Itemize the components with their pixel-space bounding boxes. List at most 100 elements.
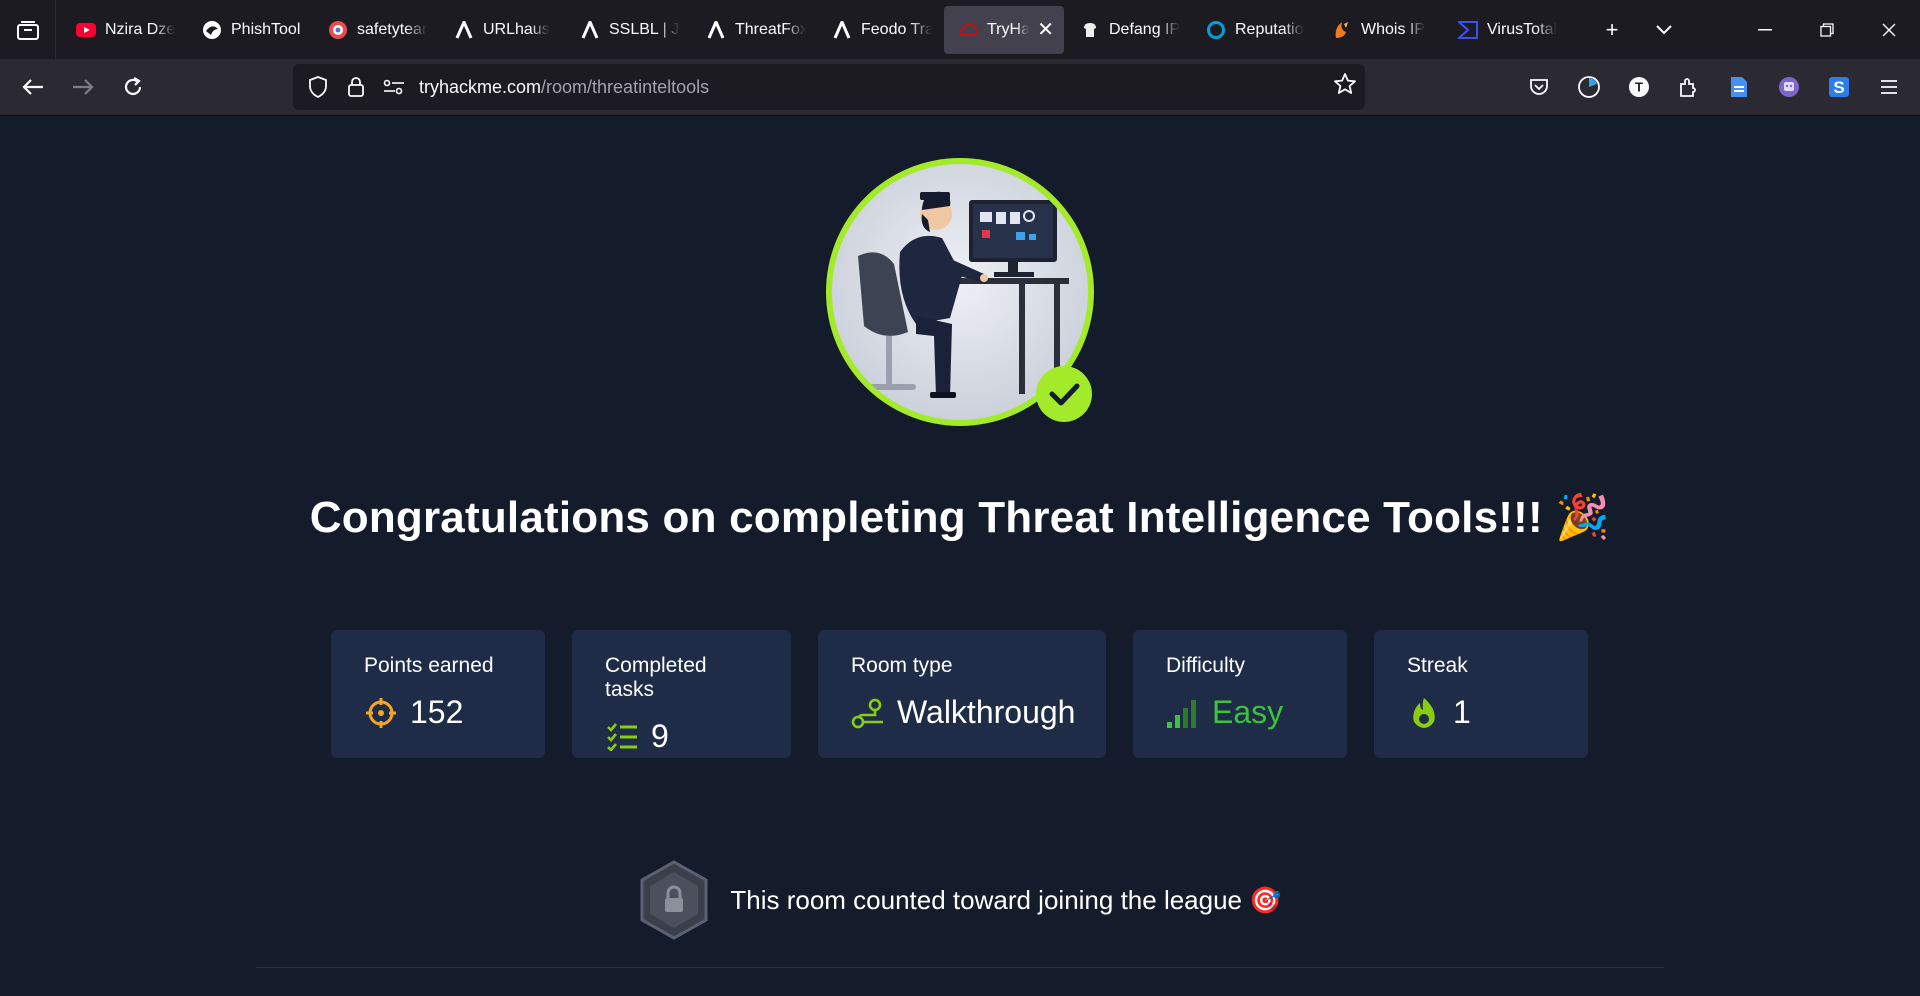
stat-label: Difficulty (1166, 654, 1245, 677)
permissions-icon (383, 79, 404, 95)
stat-label: Points earned (364, 654, 494, 677)
restore-button[interactable] (1796, 0, 1858, 59)
reload-button[interactable] (111, 65, 155, 109)
tab-title: Whois IP (1361, 20, 1426, 38)
minimize-button[interactable] (1734, 0, 1796, 59)
stat-card-points: Points earned 152 (331, 630, 545, 758)
tab-title: Nzira Dze (105, 20, 176, 38)
virustotal-icon (1458, 20, 1478, 40)
tab-title: TryHac (987, 20, 1030, 38)
svg-text:S: S (1833, 78, 1844, 97)
tab-sslbl[interactable]: SSLBL | JA (566, 6, 690, 54)
stat-card-difficulty: Difficulty Easy (1133, 630, 1347, 758)
stat-label: Room type (851, 654, 953, 677)
document-extension-button[interactable] (1714, 65, 1764, 109)
avatar-extension-button[interactable] (1764, 65, 1814, 109)
back-button[interactable] (11, 65, 55, 109)
app-menu-button[interactable] (1864, 65, 1914, 109)
minimize-icon (1758, 28, 1772, 30)
cyberchef-icon (1080, 20, 1100, 40)
abuse-ch-icon (580, 20, 600, 40)
tab-title: Reputatio (1235, 20, 1304, 38)
tab-overview-button[interactable] (0, 0, 56, 59)
tab-title: SSLBL | JA (609, 20, 680, 38)
tab-title: safetytear (357, 20, 428, 38)
tracking-protection-button[interactable] (299, 64, 337, 110)
lock-icon (348, 77, 364, 97)
tab-safetytear[interactable]: safetytear (314, 6, 438, 54)
pocket-button[interactable] (1514, 65, 1564, 109)
tab-defang[interactable]: Defang IP (1066, 6, 1190, 54)
bookmark-button[interactable] (1333, 72, 1357, 101)
section-divider (256, 967, 1664, 968)
tab-whois[interactable]: Whois IP (1318, 6, 1442, 54)
tab-reputation[interactable]: Reputatio (1192, 6, 1316, 54)
plus-icon: + (1605, 16, 1619, 42)
timer-extension-button[interactable] (1564, 65, 1614, 109)
stat-value: 152 (410, 694, 464, 730)
s-extension-button[interactable]: S (1814, 65, 1864, 109)
tab-phishtool[interactable]: PhishTool (188, 6, 312, 54)
abuse-ch-icon (706, 20, 726, 40)
s-extension-icon: S (1829, 77, 1849, 97)
tab-urlhaus[interactable]: URLhaus (440, 6, 564, 54)
abuse-ch-icon (454, 20, 474, 40)
t-extension-icon: T (1629, 77, 1649, 97)
url-host: tryhackme.com (419, 76, 542, 97)
locked-league-badge-icon (640, 860, 708, 940)
flame-icon (1407, 696, 1441, 730)
shield-icon (309, 76, 327, 98)
check-badge (1036, 366, 1092, 422)
url-bar[interactable]: tryhackme.com/room/threatinteltools (293, 64, 1365, 110)
close-window-button[interactable] (1858, 0, 1920, 59)
document-icon (1731, 77, 1747, 97)
stat-value: Easy (1212, 694, 1284, 730)
site-security-button[interactable] (337, 64, 375, 110)
navigation-toolbar: tryhackme.com/room/threatinteltools T S (0, 59, 1920, 116)
tab-virustotal[interactable]: VirusTotal (1444, 6, 1568, 54)
room-complete-page: Congratulations on completing Threat Int… (0, 116, 1920, 996)
tab-youtube[interactable]: Nzira Dze (62, 6, 186, 54)
completion-headline: Congratulations on completing Threat Int… (309, 493, 1611, 542)
close-icon (1882, 23, 1896, 36)
tab-feodo[interactable]: Feodo Tra (818, 6, 942, 54)
talos-icon (1206, 20, 1226, 40)
safetytear-icon (328, 20, 348, 40)
t-extension-button[interactable]: T (1614, 65, 1664, 109)
svg-text:T: T (1635, 80, 1643, 95)
tryhackme-icon (958, 20, 978, 40)
tab-title: PhishTool (231, 20, 301, 38)
forward-button[interactable] (61, 65, 105, 109)
completion-illustration (826, 158, 1094, 426)
target-icon (364, 696, 398, 730)
tab-title: Feodo Tra (861, 20, 932, 38)
phishtool-icon (202, 20, 222, 40)
permissions-button[interactable] (375, 64, 413, 110)
stat-value: 1 (1453, 694, 1471, 730)
timer-icon (1578, 76, 1600, 98)
tab-threatfox[interactable]: ThreatFox (692, 6, 816, 54)
star-icon (1334, 73, 1356, 94)
whois-icon (1332, 20, 1352, 40)
stat-label: Completed tasks (605, 654, 707, 701)
tab-title: VirusTotal (1487, 20, 1557, 38)
list-all-tabs-button[interactable] (1644, 10, 1684, 50)
arrow-left-icon (22, 79, 43, 95)
url-path: /room/threatinteltools (541, 76, 710, 97)
avatar-extension-icon (1779, 77, 1799, 97)
new-tab-button[interactable]: + (1592, 10, 1632, 50)
stat-card-streak: Streak 1 (1374, 630, 1588, 758)
close-tab-icon[interactable]: ✕ (1037, 17, 1054, 42)
extensions-button[interactable] (1664, 65, 1714, 109)
reload-icon (124, 77, 142, 96)
tab-tryhackme[interactable]: TryHac ✕ (944, 5, 1064, 54)
tab-title: Defang IP (1109, 20, 1180, 38)
league-text: This room counted toward joining the lea… (730, 884, 1282, 915)
url-text[interactable]: tryhackme.com/room/threatinteltools (419, 77, 709, 98)
stat-label: Streak (1407, 654, 1468, 677)
tab-title: ThreatFox (735, 20, 806, 38)
stat-value: 9 (651, 718, 669, 754)
puzzle-icon (1680, 78, 1696, 97)
tab-strip: Nzira Dze PhishTool safetytear URLhaus S… (0, 0, 1920, 59)
restore-icon (1820, 22, 1834, 37)
